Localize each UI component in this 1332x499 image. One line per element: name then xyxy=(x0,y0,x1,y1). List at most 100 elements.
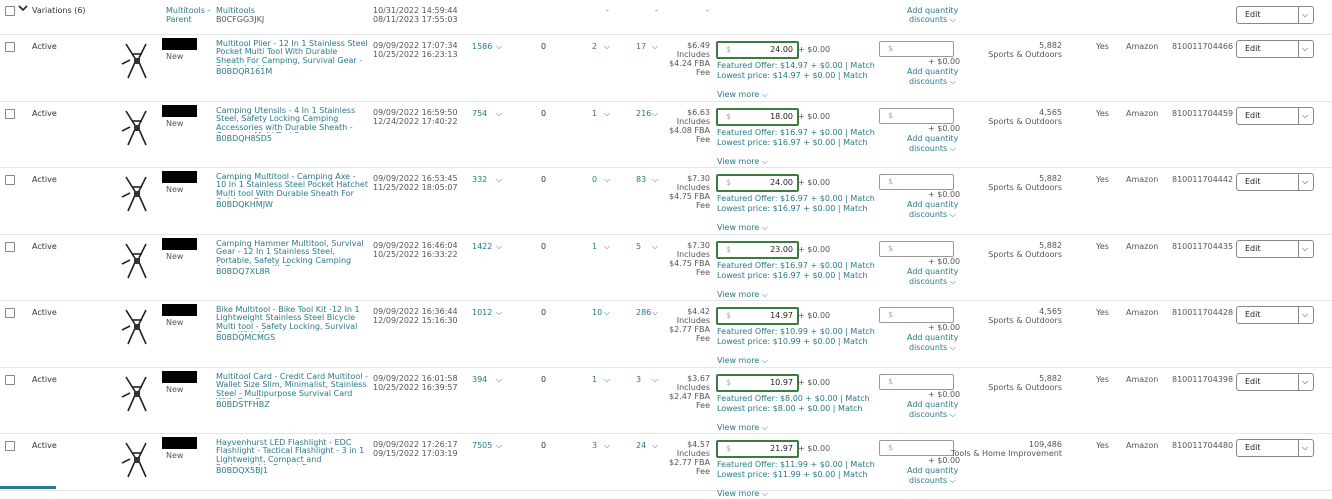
add-quantity-link[interactable]: Add quantity xyxy=(907,67,958,77)
min-price-input[interactable]: $ xyxy=(879,108,954,124)
min-price-input[interactable]: $ xyxy=(879,374,954,390)
featured-offer-text[interactable]: Featured Offer: $10.99 + $0.00 | Match xyxy=(717,327,875,337)
unfulfillable-quantity[interactable]: 286 xyxy=(636,308,651,318)
price-input[interactable]: $24.00 xyxy=(716,41,799,59)
edit-button[interactable]: Edit ⌵ xyxy=(1236,240,1314,258)
unfulfillable-quantity[interactable]: 5 xyxy=(636,242,641,252)
unfulfillable-chevron-icon[interactable]: ⌵ xyxy=(652,175,658,185)
edit-button[interactable]: Edit ⌵ xyxy=(1236,40,1314,58)
add-quantity-link[interactable]: Add quantity xyxy=(907,400,958,410)
scrollbar-thumb[interactable] xyxy=(0,486,56,489)
view-more-link[interactable]: View more ⌵ xyxy=(717,489,768,499)
chevron-down-icon[interactable]: ⌵ xyxy=(1302,377,1308,387)
featured-offer-text[interactable]: Featured Offer: $16.97 + $0.00 | Match xyxy=(717,128,875,138)
available-quantity[interactable]: 394 xyxy=(472,375,487,385)
select-all-checkbox[interactable] xyxy=(5,6,15,16)
parent-discounts-link[interactable]: discounts ⌵ xyxy=(909,15,956,25)
chevron-down-icon[interactable]: ⌵ xyxy=(1302,111,1308,121)
unfulfillable-chevron-icon[interactable]: ⌵ xyxy=(652,42,658,52)
chevron-down-icon[interactable] xyxy=(18,3,28,16)
available-chevron-icon[interactable]: ⌵ xyxy=(496,441,502,451)
featured-offer-text[interactable]: Featured Offer: $11.99 + $0.00 | Match xyxy=(717,460,875,470)
view-more-link[interactable]: View more ⌵ xyxy=(717,90,768,100)
reserved-quantity[interactable]: 1 xyxy=(592,375,597,385)
available-chevron-icon[interactable]: ⌵ xyxy=(496,308,502,318)
lowest-price-text[interactable]: Lowest price: $11.99 + $0.00 | Match xyxy=(717,470,868,480)
edit-button[interactable]: Edit ⌵ xyxy=(1236,173,1314,191)
edit-button[interactable]: Edit ⌵ xyxy=(1236,306,1314,324)
lowest-price-text[interactable]: Lowest price: $16.97 + $0.00 | Match xyxy=(717,138,868,148)
discounts-link[interactable]: discounts ⌵ xyxy=(909,343,956,353)
available-chevron-icon[interactable]: ⌵ xyxy=(496,109,502,119)
row-checkbox[interactable] xyxy=(5,175,15,185)
discounts-link[interactable]: discounts ⌵ xyxy=(909,476,956,486)
price-input[interactable]: $24.00 xyxy=(716,174,799,192)
lowest-price-text[interactable]: Lowest price: $16.97 + $0.00 | Match xyxy=(717,204,868,214)
view-more-link[interactable]: View more ⌵ xyxy=(717,356,768,366)
available-chevron-icon[interactable]: ⌵ xyxy=(496,242,502,252)
chevron-down-icon[interactable]: ⌵ xyxy=(1302,443,1308,453)
chevron-down-icon[interactable]: ⌵ xyxy=(1302,177,1308,187)
product-title-link[interactable]: Bike Multitool - Bike Tool Kit -12 In 1 … xyxy=(216,306,368,332)
reserved-quantity[interactable]: 10 xyxy=(592,308,602,318)
chevron-down-icon[interactable]: ⌵ xyxy=(1302,244,1308,254)
chevron-down-icon[interactable]: ⌵ xyxy=(1302,10,1308,20)
featured-offer-text[interactable]: Featured Offer: $16.97 + $0.00 | Match xyxy=(717,194,875,204)
reserved-quantity[interactable]: 1 xyxy=(592,242,597,252)
row-checkbox[interactable] xyxy=(5,441,15,451)
lowest-price-text[interactable]: Lowest price: $14.97 + $0.00 | Match xyxy=(717,71,868,81)
min-price-input[interactable]: $ xyxy=(879,174,954,190)
unfulfillable-quantity[interactable]: 3 xyxy=(636,375,641,385)
available-quantity[interactable]: 1422 xyxy=(472,242,492,252)
featured-offer-text[interactable]: Featured Offer: $16.97 + $0.00 | Match xyxy=(717,261,875,271)
discounts-link[interactable]: discounts ⌵ xyxy=(909,144,956,154)
product-title-link[interactable]: Camping Utensils - 4 In 1 Stainless Stee… xyxy=(216,107,368,133)
featured-offer-text[interactable]: Featured Offer: $14.97 + $0.00 | Match xyxy=(717,61,875,71)
min-price-input[interactable]: $ xyxy=(879,440,954,456)
add-quantity-link[interactable]: Add quantity xyxy=(907,333,958,343)
min-price-input[interactable]: $ xyxy=(879,41,954,57)
chevron-down-icon[interactable]: ⌵ xyxy=(1302,310,1308,320)
price-input[interactable]: $21.97 xyxy=(716,440,799,458)
available-quantity[interactable]: 1012 xyxy=(472,308,492,318)
discounts-link[interactable]: discounts ⌵ xyxy=(909,77,956,87)
add-quantity-link[interactable]: Add quantity xyxy=(907,200,958,210)
row-checkbox[interactable] xyxy=(5,42,15,52)
price-input[interactable]: $10.97 xyxy=(716,374,799,392)
price-input[interactable]: $14.97 xyxy=(716,307,799,325)
reserved-chevron-icon[interactable]: ⌵ xyxy=(604,42,610,52)
unfulfillable-quantity[interactable]: 24 xyxy=(636,441,646,451)
edit-button[interactable]: Edit ⌵ xyxy=(1236,107,1314,125)
discounts-link[interactable]: discounts ⌵ xyxy=(909,210,956,220)
row-checkbox[interactable] xyxy=(5,308,15,318)
view-more-link[interactable]: View more ⌵ xyxy=(717,157,768,167)
available-chevron-icon[interactable]: ⌵ xyxy=(496,175,502,185)
product-title-link[interactable]: Multitool Plier - 12 In 1 Stainless Stee… xyxy=(216,40,368,66)
row-checkbox[interactable] xyxy=(5,242,15,252)
unfulfillable-quantity[interactable]: 17 xyxy=(636,42,646,52)
row-checkbox[interactable] xyxy=(5,109,15,119)
product-title-link[interactable]: Multitool Card - Credit Card Multitool -… xyxy=(216,373,368,399)
reserved-quantity[interactable]: 2 xyxy=(592,42,597,52)
reserved-chevron-icon[interactable]: ⌵ xyxy=(604,242,610,252)
view-more-link[interactable]: View more ⌵ xyxy=(717,223,768,233)
unfulfillable-chevron-icon[interactable]: ⌵ xyxy=(652,242,658,252)
available-chevron-icon[interactable]: ⌵ xyxy=(496,42,502,52)
min-price-input[interactable]: $ xyxy=(879,241,954,257)
unfulfillable-chevron-icon[interactable]: ⌵ xyxy=(652,441,658,451)
discounts-link[interactable]: discounts ⌵ xyxy=(909,410,956,420)
discounts-link[interactable]: discounts ⌵ xyxy=(909,277,956,287)
unfulfillable-chevron-icon[interactable]: ⌵ xyxy=(652,375,658,385)
featured-offer-text[interactable]: Featured Offer: $8.00 + $0.00 | Match xyxy=(717,394,870,404)
unfulfillable-chevron-icon[interactable]: ⌵ xyxy=(652,109,658,119)
add-quantity-link[interactable]: Add quantity xyxy=(907,267,958,277)
reserved-chevron-icon[interactable]: ⌵ xyxy=(604,175,610,185)
available-quantity[interactable]: 332 xyxy=(472,175,487,185)
row-checkbox[interactable] xyxy=(5,375,15,385)
parent-edit-button[interactable]: Edit ⌵ xyxy=(1236,6,1314,24)
edit-button[interactable]: Edit ⌵ xyxy=(1236,439,1314,457)
reserved-quantity[interactable]: 3 xyxy=(592,441,597,451)
edit-button[interactable]: Edit ⌵ xyxy=(1236,373,1314,391)
price-input[interactable]: $23.00 xyxy=(716,241,799,259)
product-title-link[interactable]: Hayvenhurst LED Flashlight - EDC Flashli… xyxy=(216,439,368,465)
